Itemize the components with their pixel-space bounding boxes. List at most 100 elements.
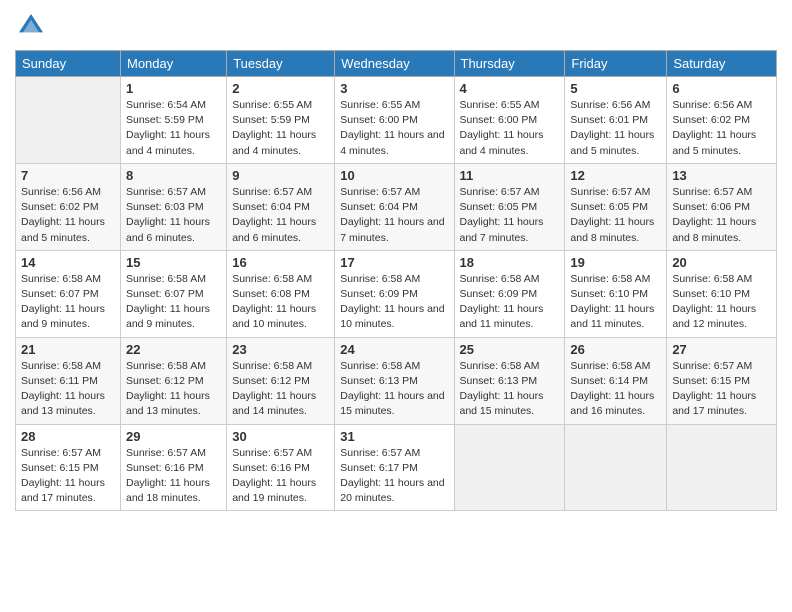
calendar-cell: 12 Sunrise: 6:57 AMSunset: 6:05 PMDayligh… xyxy=(565,163,667,250)
calendar-cell: 4Sunrise: 6:55 AMSunset: 6:00 PMDaylight… xyxy=(454,77,565,164)
day-info: Sunrise: 6:57 AMSunset: 6:03 PMDaylight:… xyxy=(126,185,221,246)
calendar-cell: 2 Sunrise: 6:55 AMSunset: 5:59 PMDaylight… xyxy=(227,77,335,164)
day-number: 12 xyxy=(570,168,661,183)
day-number: 3 xyxy=(340,81,448,96)
day-info: Sunrise: 6:58 AMSunset: 6:09 PMDaylight:… xyxy=(460,272,560,333)
main-container: SundayMondayTuesdayWednesdayThursdayFrid… xyxy=(0,0,792,521)
day-info: Sunrise: 6:57 AMSunset: 6:16 PMDaylight:… xyxy=(232,446,329,507)
day-info: Sunrise: 6:58 AMSunset: 6:13 PMDaylight:… xyxy=(340,359,448,420)
calendar-cell: 22 Sunrise: 6:58 AMSunset: 6:12 PMDayligh… xyxy=(120,337,226,424)
day-header-friday: Friday xyxy=(565,51,667,77)
calendar-cell xyxy=(454,424,565,511)
day-info: Sunrise: 6:56 AMSunset: 6:01 PMDaylight:… xyxy=(570,98,661,159)
day-info: Sunrise: 6:57 AMSunset: 6:15 PMDaylight:… xyxy=(21,446,115,507)
day-number: 2 xyxy=(232,81,329,96)
calendar-cell: 9 Sunrise: 6:57 AMSunset: 6:04 PMDaylight… xyxy=(227,163,335,250)
calendar-cell: 14 Sunrise: 6:58 AMSunset: 6:07 PMDayligh… xyxy=(16,250,121,337)
day-info: Sunrise: 6:57 AMSunset: 6:15 PMDaylight:… xyxy=(672,359,771,420)
day-number: 11 xyxy=(460,168,560,183)
calendar-cell: 18 Sunrise: 6:58 AMSunset: 6:09 PMDayligh… xyxy=(454,250,565,337)
calendar-cell: 8 Sunrise: 6:57 AMSunset: 6:03 PMDaylight… xyxy=(120,163,226,250)
day-number: 31 xyxy=(340,429,448,444)
day-number: 26 xyxy=(570,342,661,357)
day-info: Sunrise: 6:58 AMSunset: 6:11 PMDaylight:… xyxy=(21,359,115,420)
day-header-wednesday: Wednesday xyxy=(335,51,454,77)
day-number: 5 xyxy=(570,81,661,96)
calendar-cell: 17 Sunrise: 6:58 AMSunset: 6:09 PMDayligh… xyxy=(335,250,454,337)
day-header-saturday: Saturday xyxy=(667,51,777,77)
day-info: Sunrise: 6:57 AMSunset: 6:05 PMDaylight:… xyxy=(570,185,661,246)
calendar-cell: 1 Sunrise: 6:54 AMSunset: 5:59 PMDaylight… xyxy=(120,77,226,164)
day-number: 8 xyxy=(126,168,221,183)
day-header-monday: Monday xyxy=(120,51,226,77)
calendar-cell: 6 Sunrise: 6:56 AMSunset: 6:02 PMDaylight… xyxy=(667,77,777,164)
calendar-cell xyxy=(16,77,121,164)
day-number: 14 xyxy=(21,255,115,270)
calendar-cell: 19Sunrise: 6:58 AMSunset: 6:10 PMDayligh… xyxy=(565,250,667,337)
day-info: Sunrise: 6:55 AMSunset: 5:59 PMDaylight:… xyxy=(232,98,329,159)
calendar-cell: 28 Sunrise: 6:57 AMSunset: 6:15 PMDayligh… xyxy=(16,424,121,511)
calendar-cell: 20Sunrise: 6:58 AMSunset: 6:10 PMDayligh… xyxy=(667,250,777,337)
calendar-cell: 13 Sunrise: 6:57 AMSunset: 6:06 PMDayligh… xyxy=(667,163,777,250)
day-number: 20 xyxy=(672,255,771,270)
day-info: Sunrise: 6:57 AMSunset: 6:05 PMDaylight:… xyxy=(460,185,560,246)
calendar-cell xyxy=(565,424,667,511)
calendar-cell: 21Sunrise: 6:58 AMSunset: 6:11 PMDayligh… xyxy=(16,337,121,424)
calendar-cell: 11 Sunrise: 6:57 AMSunset: 6:05 PMDayligh… xyxy=(454,163,565,250)
day-info: Sunrise: 6:57 AMSunset: 6:06 PMDaylight:… xyxy=(672,185,771,246)
day-number: 24 xyxy=(340,342,448,357)
day-info: Sunrise: 6:57 AMSunset: 6:04 PMDaylight:… xyxy=(340,185,448,246)
day-info: Sunrise: 6:54 AMSunset: 5:59 PMDaylight:… xyxy=(126,98,221,159)
logo-icon xyxy=(15,10,47,42)
calendar-cell: 26 Sunrise: 6:58 AMSunset: 6:14 PMDayligh… xyxy=(565,337,667,424)
day-number: 30 xyxy=(232,429,329,444)
day-info: Sunrise: 6:58 AMSunset: 6:09 PMDaylight:… xyxy=(340,272,448,333)
calendar-cell: 29 Sunrise: 6:57 AMSunset: 6:16 PMDayligh… xyxy=(120,424,226,511)
day-info: Sunrise: 6:57 AMSunset: 6:16 PMDaylight:… xyxy=(126,446,221,507)
week-row-2: 14 Sunrise: 6:58 AMSunset: 6:07 PMDayligh… xyxy=(16,250,777,337)
day-number: 7 xyxy=(21,168,115,183)
day-info: Sunrise: 6:58 AMSunset: 6:13 PMDaylight:… xyxy=(460,359,560,420)
day-number: 22 xyxy=(126,342,221,357)
calendar-cell: 5 Sunrise: 6:56 AMSunset: 6:01 PMDaylight… xyxy=(565,77,667,164)
day-number: 17 xyxy=(340,255,448,270)
week-row-0: 1 Sunrise: 6:54 AMSunset: 5:59 PMDaylight… xyxy=(16,77,777,164)
day-info: Sunrise: 6:58 AMSunset: 6:12 PMDaylight:… xyxy=(126,359,221,420)
day-info: Sunrise: 6:58 AMSunset: 6:08 PMDaylight:… xyxy=(232,272,329,333)
calendar-cell: 30 Sunrise: 6:57 AMSunset: 6:16 PMDayligh… xyxy=(227,424,335,511)
day-number: 27 xyxy=(672,342,771,357)
calendar-cell: 10 Sunrise: 6:57 AMSunset: 6:04 PMDayligh… xyxy=(335,163,454,250)
day-header-sunday: Sunday xyxy=(16,51,121,77)
calendar-cell: 25Sunrise: 6:58 AMSunset: 6:13 PMDayligh… xyxy=(454,337,565,424)
day-info: Sunrise: 6:57 AMSunset: 6:17 PMDaylight:… xyxy=(340,446,448,507)
day-number: 1 xyxy=(126,81,221,96)
day-info: Sunrise: 6:58 AMSunset: 6:07 PMDaylight:… xyxy=(21,272,115,333)
day-info: Sunrise: 6:55 AMSunset: 6:00 PMDaylight:… xyxy=(340,98,448,159)
day-number: 28 xyxy=(21,429,115,444)
week-row-4: 28 Sunrise: 6:57 AMSunset: 6:15 PMDayligh… xyxy=(16,424,777,511)
day-info: Sunrise: 6:56 AMSunset: 6:02 PMDaylight:… xyxy=(672,98,771,159)
day-number: 10 xyxy=(340,168,448,183)
day-number: 6 xyxy=(672,81,771,96)
day-number: 13 xyxy=(672,168,771,183)
calendar-cell: 3 Sunrise: 6:55 AMSunset: 6:00 PMDaylight… xyxy=(335,77,454,164)
calendar-cell xyxy=(667,424,777,511)
calendar-cell: 31 Sunrise: 6:57 AMSunset: 6:17 PMDayligh… xyxy=(335,424,454,511)
day-number: 15 xyxy=(126,255,221,270)
calendar-cell: 24 Sunrise: 6:58 AMSunset: 6:13 PMDayligh… xyxy=(335,337,454,424)
day-info: Sunrise: 6:55 AMSunset: 6:00 PMDaylight:… xyxy=(460,98,560,159)
calendar-header-row: SundayMondayTuesdayWednesdayThursdayFrid… xyxy=(16,51,777,77)
day-info: Sunrise: 6:58 AMSunset: 6:14 PMDaylight:… xyxy=(570,359,661,420)
week-row-1: 7 Sunrise: 6:56 AMSunset: 6:02 PMDaylight… xyxy=(16,163,777,250)
day-number: 9 xyxy=(232,168,329,183)
day-header-thursday: Thursday xyxy=(454,51,565,77)
day-number: 18 xyxy=(460,255,560,270)
day-info: Sunrise: 6:56 AMSunset: 6:02 PMDaylight:… xyxy=(21,185,115,246)
calendar-cell: 15Sunrise: 6:58 AMSunset: 6:07 PMDayligh… xyxy=(120,250,226,337)
day-info: Sunrise: 6:58 AMSunset: 6:12 PMDaylight:… xyxy=(232,359,329,420)
day-number: 19 xyxy=(570,255,661,270)
day-number: 29 xyxy=(126,429,221,444)
calendar-cell: 7 Sunrise: 6:56 AMSunset: 6:02 PMDaylight… xyxy=(16,163,121,250)
day-info: Sunrise: 6:57 AMSunset: 6:04 PMDaylight:… xyxy=(232,185,329,246)
header xyxy=(15,10,777,42)
